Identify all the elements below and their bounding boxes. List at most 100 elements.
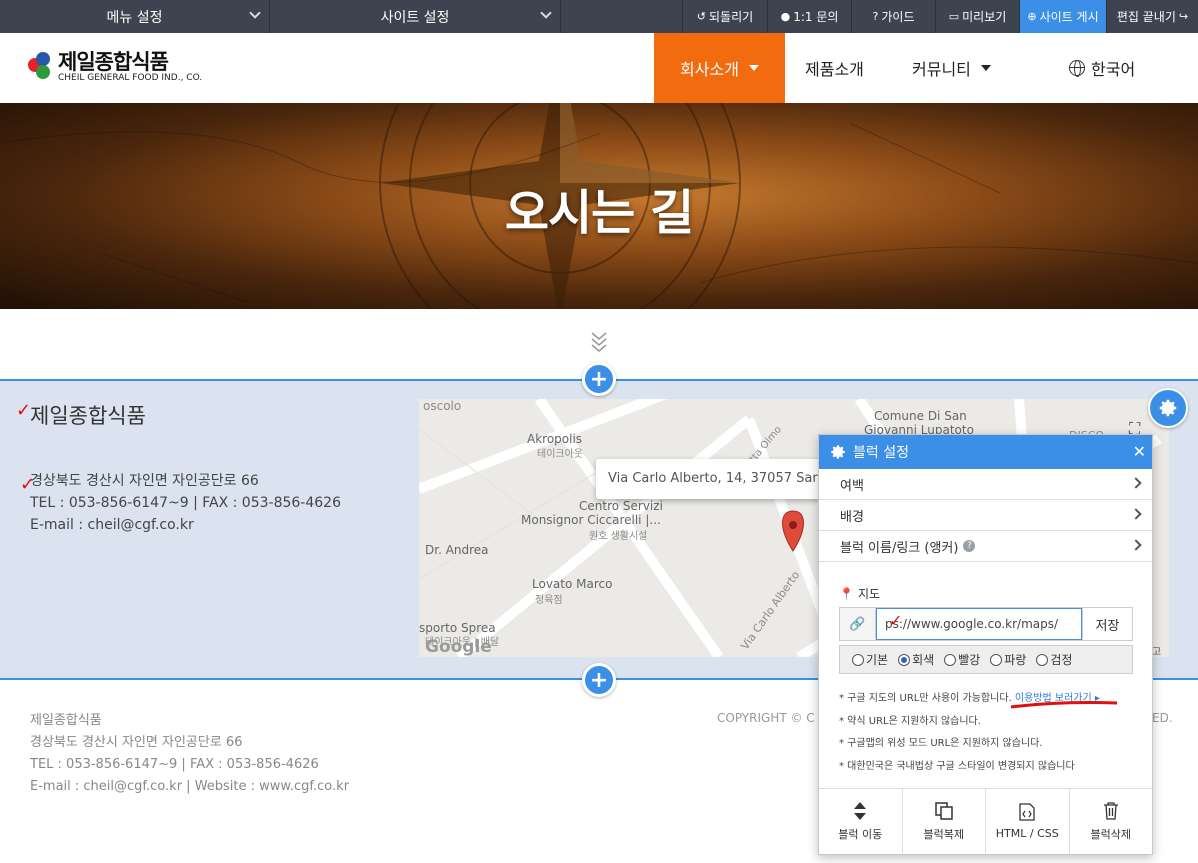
- map-setting-section: 📍 지도 🔗 저장 기본 회색 빨강 파랑 검정 * 구글 지도의 URL만 사…: [839, 585, 1133, 778]
- logo[interactable]: 제일종합식품 CHEIL GENERAL FOOD IND., CO.: [28, 51, 202, 83]
- panel-header: 블럭 설정 ✕: [819, 435, 1152, 469]
- note-line: * 구글맵의 위성 모드 URL은 지원하지 않습니다.: [839, 738, 1043, 749]
- logo-mark-icon: [28, 52, 54, 82]
- radio-red[interactable]: 빨강: [944, 651, 980, 668]
- inquiry-label: 1:1 문의: [793, 10, 839, 24]
- html-css-button[interactable]: HTML / CSS: [986, 789, 1070, 854]
- logo-text: 제일종합식품 CHEIL GENERAL FOOD IND., CO.: [58, 51, 202, 83]
- note-line: * 약식 URL은 지원하지 않습니다.: [839, 715, 981, 727]
- nav-item-company[interactable]: 회사소개: [654, 33, 785, 103]
- map-label: Centro Servizi: [579, 499, 663, 513]
- map-url-input[interactable]: [876, 608, 1082, 640]
- panel-row-margin[interactable]: 여백: [819, 469, 1152, 500]
- undo-label: 되돌리기: [709, 10, 754, 24]
- nav-item-products[interactable]: 제품소개: [805, 33, 864, 103]
- block-settings-panel: 블럭 설정 ✕ 여백 배경 블럭 이름/링크 (앵커) ? 📍 지도 🔗 저장 …: [818, 434, 1153, 855]
- inquiry-button[interactable]: ● 1:1 문의: [767, 0, 851, 33]
- caret-down-icon: [980, 65, 991, 71]
- trash-icon: [1103, 801, 1118, 820]
- radio-label: 파랑: [1004, 653, 1027, 667]
- menu-settings-dropdown[interactable]: 메뉴 설정: [0, 0, 270, 33]
- nav-item-label: 커뮤니티: [912, 60, 971, 79]
- save-button[interactable]: 저장: [1082, 608, 1132, 640]
- footer-copyright-end: ED.: [1152, 711, 1173, 725]
- button-label: 블럭 이동: [838, 827, 883, 841]
- add-block-below-button[interactable]: +: [582, 663, 616, 697]
- address-text: 경상북도 경산시 자인면 자인공단로 66: [30, 473, 259, 489]
- preview-button[interactable]: ▭ 미리보기: [935, 0, 1019, 33]
- radio-label: 빨강: [958, 653, 981, 667]
- button-label: 블럭복제: [923, 827, 964, 841]
- map-label: oscolo: [423, 399, 462, 413]
- panel-row-label: 배경: [840, 509, 864, 525]
- map-marker-icon: 📍: [839, 586, 854, 601]
- site-settings-dropdown[interactable]: 사이트 설정: [270, 0, 561, 33]
- guide-button[interactable]: ? 가이드: [851, 0, 935, 33]
- footer-tel-fax: TEL : 053-856-6147~9 | FAX : 053-856-462…: [30, 757, 319, 772]
- publish-button[interactable]: ⊕ 사이트 게시: [1019, 0, 1106, 33]
- map-label: Comune Di San: [874, 409, 967, 423]
- panel-row-background[interactable]: 배경: [819, 500, 1152, 531]
- site-header: 제일종합식품 CHEIL GENERAL FOOD IND., CO. 회사소개…: [0, 33, 1198, 103]
- copy-icon: [935, 801, 953, 820]
- hero-banner: 오시는 길: [0, 103, 1198, 309]
- radio-blue[interactable]: 파랑: [990, 651, 1026, 668]
- question-icon: ?: [872, 10, 879, 23]
- panel-footer-actions: 블럭 이동 블럭복제 HTML / CSS 블럭삭제: [819, 788, 1152, 854]
- map-info-window: Via Carlo Alberto, 14, 37057 San Giovann…: [596, 459, 836, 499]
- panel-row-anchor[interactable]: 블럭 이름/링크 (앵커) ?: [819, 531, 1152, 562]
- company-title: 제일종합식품: [30, 404, 146, 428]
- radio-label: 기본: [866, 653, 889, 667]
- chevron-right-icon: [1130, 539, 1142, 551]
- note-text: * 구글 지도의 URL만 사용이 가능합니다.: [839, 693, 1012, 704]
- block-settings-button[interactable]: [1148, 388, 1188, 428]
- panel-row-label: 여백: [840, 478, 864, 494]
- nav-item-community[interactable]: 커뮤니티: [912, 33, 991, 103]
- caret-down-icon: [748, 65, 759, 71]
- footer-address: 경상북도 경산시 자인면 자인공단로 66: [30, 735, 243, 750]
- add-block-above-button[interactable]: +: [582, 362, 616, 396]
- user-icon: ●: [780, 10, 791, 23]
- email-text: E-mail : cheil@cgf.co.kr: [30, 517, 194, 533]
- move-arrows-icon: [854, 801, 867, 820]
- guide-label: 가이드: [881, 10, 915, 24]
- duplicate-block-button[interactable]: 블럭복제: [903, 789, 986, 854]
- radio-black[interactable]: 검정: [1036, 651, 1072, 668]
- close-icon[interactable]: ✕: [1133, 442, 1146, 461]
- undo-button[interactable]: ↺ 되돌리기: [682, 0, 767, 33]
- map-label: Lovato Marco: [532, 577, 613, 591]
- chevron-right-icon: [1130, 508, 1142, 520]
- radio-label: 검정: [1050, 653, 1073, 667]
- menu-settings-label: 메뉴 설정: [106, 9, 163, 26]
- language-selector[interactable]: 한국어: [1069, 33, 1135, 103]
- red-underline-annotation: [1010, 701, 1118, 709]
- radio-gray[interactable]: 회색: [898, 651, 934, 668]
- scroll-down-icon[interactable]: [589, 330, 609, 354]
- help-icon[interactable]: ?: [963, 540, 976, 552]
- delete-block-button[interactable]: 블럭삭제: [1070, 789, 1153, 854]
- language-label: 한국어: [1091, 60, 1136, 79]
- google-logo: Google: [425, 637, 492, 657]
- red-annotation-mark: ✓: [889, 611, 903, 630]
- chevron-right-icon: [1130, 477, 1142, 489]
- move-block-button[interactable]: 블럭 이동: [819, 789, 903, 854]
- map-label: 정육점: [535, 595, 563, 606]
- radio-default[interactable]: 기본: [852, 651, 888, 668]
- editor-toolbar: 메뉴 설정 사이트 설정 ↺ 되돌리기 ● 1:1 문의 ? 가이드 ▭ 미리보…: [0, 0, 1198, 33]
- page-title: 오시는 길: [504, 185, 694, 241]
- logo-korean: 제일종합식품: [58, 50, 169, 74]
- finish-label: 편집 끝내기: [1116, 10, 1176, 24]
- footer-info: 제일종합식품 경상북도 경산시 자인면 자인공단로 66 TEL : 053-8…: [30, 710, 349, 798]
- chevron-down-icon: [540, 7, 552, 19]
- site-settings-label: 사이트 설정: [380, 9, 450, 26]
- button-label: 블럭삭제: [1090, 827, 1131, 841]
- map-label: 고: [1152, 647, 1162, 657]
- tel-fax-text: TEL : 053-856-6147~9 | FAX : 053-856-462…: [30, 495, 341, 511]
- map-label-text: 지도: [857, 587, 881, 601]
- map-setting-label: 📍 지도: [839, 585, 1133, 602]
- undo-icon: ↺: [696, 10, 707, 23]
- radio-label: 회색: [912, 653, 935, 667]
- note-line: * 대한민국은 국내법상 구글 스타일이 변경되지 않습니다: [839, 760, 1075, 772]
- panel-row-label: 블럭 이름/링크 (앵커): [840, 540, 959, 556]
- finish-editing-button[interactable]: 편집 끝내기 ↪: [1106, 0, 1198, 33]
